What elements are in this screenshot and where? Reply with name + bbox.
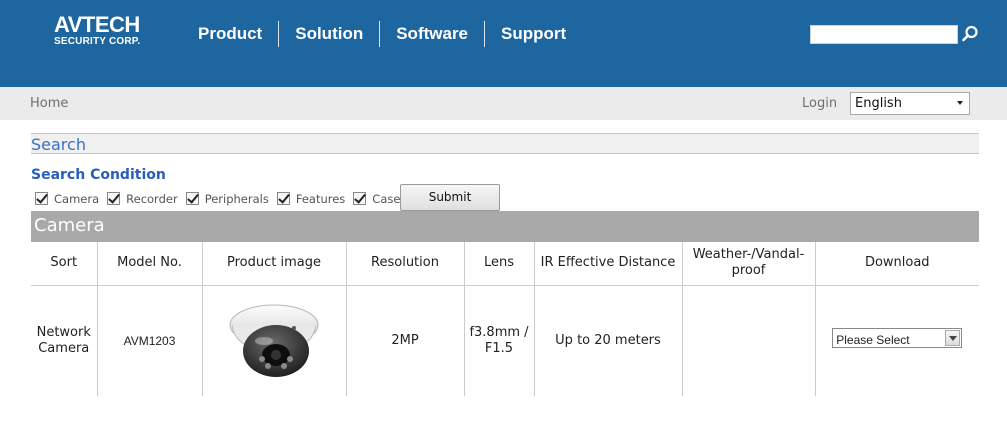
home-link[interactable]: Home	[30, 96, 68, 111]
search-condition-title: Search Condition	[31, 167, 166, 183]
search-section-title: Search	[31, 135, 86, 154]
column-header-image: Product image	[201, 242, 346, 286]
column-header-resolution: Resolution	[345, 242, 464, 286]
cell-ir-distance: Up to 20 meters	[533, 285, 682, 396]
cell-product-image	[201, 285, 346, 396]
main-nav: Product Solution Software Support	[182, 21, 582, 47]
sub-navigation-bar: Home Login English	[0, 87, 1007, 120]
checkbox-label: Case	[372, 191, 401, 206]
download-select-value: Please Select	[836, 333, 910, 348]
search-section-header: Search	[31, 133, 979, 154]
checkbox-checked-icon[interactable]	[185, 192, 199, 205]
submit-button[interactable]: Submit	[400, 184, 500, 211]
column-header-sort: Sort	[31, 242, 97, 286]
nav-product[interactable]: Product	[182, 21, 278, 47]
site-header: AVTECH SECURITY CORP. Product Solution S…	[0, 0, 1007, 87]
site-search-input[interactable]	[810, 25, 958, 44]
column-header-lens: Lens	[463, 242, 534, 286]
chevron-down-icon	[957, 101, 963, 105]
checkbox-label: Camera	[54, 191, 100, 206]
checkbox-checked-icon[interactable]	[107, 192, 121, 205]
language-select[interactable]: English	[850, 92, 970, 115]
checkbox-label: Features	[295, 191, 346, 206]
login-link[interactable]: Login	[802, 96, 837, 111]
checkbox-recorder[interactable]: Recorder	[107, 192, 178, 206]
logo-text: AVTECH	[54, 12, 140, 37]
language-select-value: English	[855, 96, 902, 111]
search-icon[interactable]	[960, 24, 980, 44]
cell-sort: Network Camera	[36, 324, 91, 356]
chevron-down-icon[interactable]	[945, 330, 961, 347]
nav-support[interactable]: Support	[485, 21, 582, 47]
dome-camera-image[interactable]	[224, 295, 324, 381]
column-header-model: Model No.	[96, 242, 202, 286]
avtech-logo[interactable]: AVTECH SECURITY CORP.	[54, 14, 140, 48]
checkbox-case[interactable]: Case	[353, 192, 400, 206]
nav-software[interactable]: Software	[380, 21, 484, 47]
column-header-ir: IR Effective Distance	[533, 242, 682, 286]
checkbox-checked-icon[interactable]	[276, 192, 290, 205]
checkbox-checked-icon[interactable]	[35, 192, 48, 205]
checkbox-features[interactable]: Features	[276, 191, 346, 206]
cell-resolution: 2MP	[345, 285, 464, 396]
nav-solution[interactable]: Solution	[279, 21, 379, 47]
search-condition-checkboxes: Camera Recorder Peripherals Features Cas…	[35, 190, 408, 207]
column-header-weatherproof: Weather-/Vandal-proof	[681, 242, 815, 286]
table-header-row: Sort Model No. Product image Resolution …	[31, 242, 979, 286]
download-select[interactable]: Please Select	[832, 328, 963, 349]
cell-weatherproof	[681, 285, 815, 396]
results-table: Sort Model No. Product image Resolution …	[31, 242, 979, 396]
checkbox-checked-icon[interactable]	[353, 192, 367, 205]
cell-lens: f3.8mm / F1.5	[463, 285, 534, 396]
checkbox-camera[interactable]: Camera	[35, 192, 99, 206]
table-row: Network Camera AVM1203 2MP f3.8mm / F1.5…	[31, 285, 979, 396]
category-title: Camera	[34, 215, 105, 236]
checkbox-label: Recorder	[126, 191, 178, 206]
category-header: Camera	[31, 211, 979, 242]
cell-model[interactable]: AVM1203	[96, 285, 202, 396]
checkbox-peripherals[interactable]: Peripherals	[185, 191, 269, 206]
column-header-download: Download	[814, 242, 979, 286]
checkbox-label: Peripherals	[204, 191, 269, 206]
cell-download: Please Select	[814, 285, 979, 396]
logo-subtext: SECURITY CORP.	[54, 36, 141, 47]
